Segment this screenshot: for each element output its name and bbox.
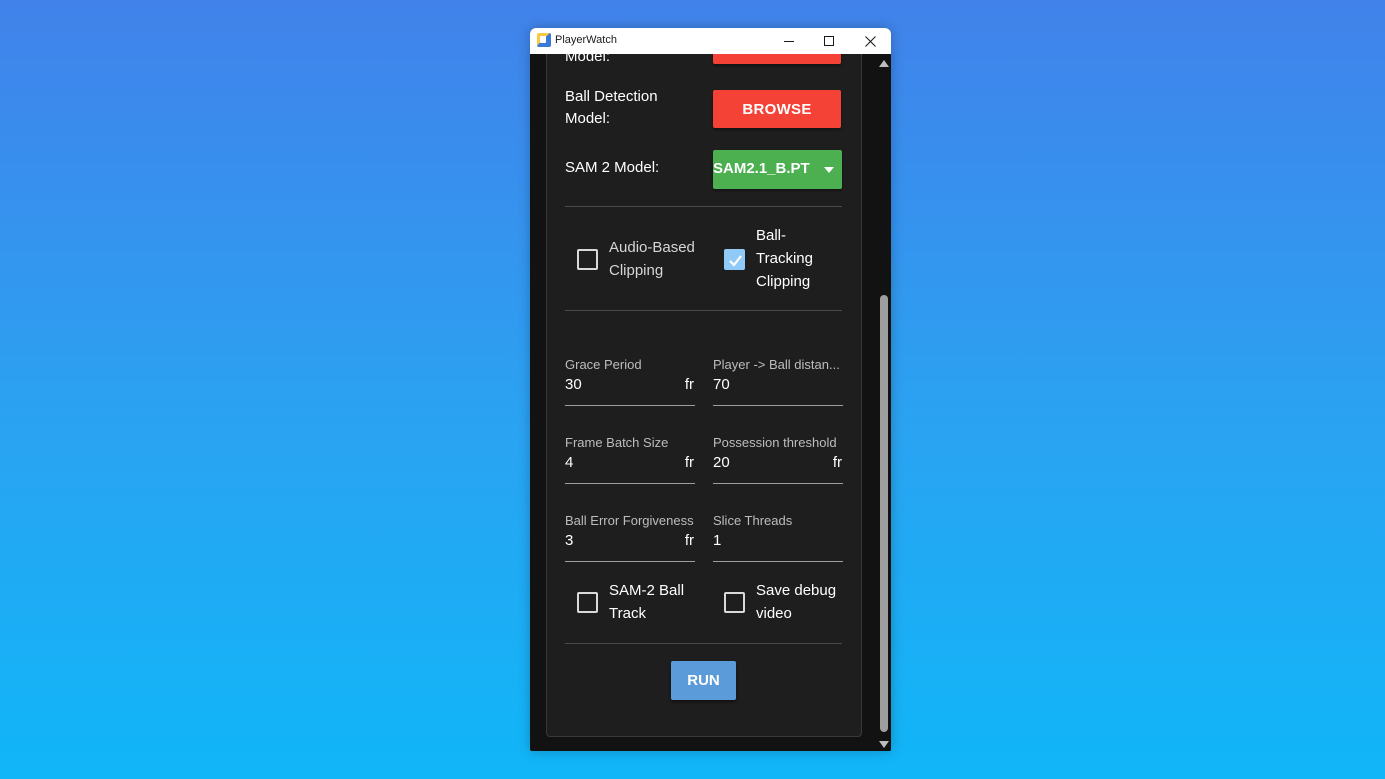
divider [565, 643, 842, 644]
close-button[interactable] [850, 28, 890, 54]
field-value: 70 [713, 376, 730, 393]
field-value: 20 [713, 454, 730, 471]
sam2-ball-track-checkbox[interactable] [577, 592, 598, 613]
field-value: 4 [565, 454, 574, 471]
run-button[interactable]: RUN [671, 661, 736, 700]
possession-threshold-field[interactable]: Possession threshold 20 fr [713, 435, 843, 484]
frame-batch-size-field[interactable]: Frame Batch Size 4 fr [565, 435, 695, 484]
field-label: Player -> Ball distan... [713, 357, 840, 372]
scroll-up-icon[interactable] [879, 60, 889, 67]
minimize-button[interactable] [769, 28, 809, 54]
scroll-down-icon[interactable] [879, 741, 889, 748]
field-unit: fr [832, 454, 842, 471]
save-debug-video-checkbox[interactable] [724, 592, 745, 613]
player-model-browse-button[interactable] [713, 54, 841, 64]
divider [565, 206, 842, 207]
app-logo-icon [537, 33, 551, 47]
field-unit: fr [684, 454, 694, 471]
field-value: 30 [565, 376, 582, 393]
field-label: Frame Batch Size [565, 435, 669, 450]
settings-panel: Model: Ball Detection Model: BROWSE SAM … [546, 54, 862, 737]
scrollbar-thumb[interactable] [880, 295, 888, 732]
sam2-model-label: SAM 2 Model: [565, 159, 660, 176]
app-window: PlayerWatch Model: Ball Detection Model:… [530, 28, 891, 751]
maximize-icon [824, 36, 834, 46]
ball-tracking-clipping-label: Ball-Tracking Clipping [756, 227, 813, 290]
field-label: Slice Threads [713, 513, 793, 528]
audio-clipping-checkbox[interactable] [577, 249, 598, 270]
maximize-button[interactable] [809, 28, 849, 54]
player-ball-distance-field[interactable]: Player -> Ball distan... 70 [713, 357, 843, 406]
ball-error-forgiveness-field[interactable]: Ball Error Forgiveness 3 fr [565, 513, 695, 562]
sam2-model-dropdown[interactable]: SAM2.1_B.PT [713, 150, 842, 189]
ball-detection-browse-button[interactable]: BROWSE [713, 90, 841, 128]
field-unit: fr [684, 376, 694, 393]
ball-detection-label: Ball Detection Model: [565, 88, 658, 127]
field-label: Grace Period [565, 357, 642, 372]
slice-threads-field[interactable]: Slice Threads 1 [713, 513, 843, 562]
sam2-model-value: SAM2.1_B.PT [713, 160, 810, 177]
divider [565, 310, 842, 311]
minimize-icon [784, 41, 794, 42]
checkmark-icon [729, 255, 742, 267]
field-label: Possession threshold [713, 435, 837, 450]
save-debug-video-label: Save debug video [756, 582, 837, 622]
ball-tracking-clipping-checkbox[interactable] [724, 249, 745, 270]
field-unit: fr [684, 532, 694, 549]
field-value: 1 [713, 532, 722, 549]
player-model-label: Model: [565, 54, 611, 65]
close-icon [864, 35, 876, 47]
vertical-scrollbar[interactable] [876, 54, 891, 751]
sam2-ball-track-label: SAM-2 Ball Track [609, 582, 685, 622]
audio-clipping-label: Audio-Based Clipping [609, 239, 695, 279]
field-label: Ball Error Forgiveness [565, 513, 694, 528]
window-title: PlayerWatch [555, 34, 617, 46]
title-bar[interactable]: PlayerWatch [530, 28, 891, 54]
field-value: 3 [565, 532, 574, 549]
chevron-down-icon [824, 167, 834, 173]
grace-period-field[interactable]: Grace Period 30 fr [565, 357, 695, 406]
